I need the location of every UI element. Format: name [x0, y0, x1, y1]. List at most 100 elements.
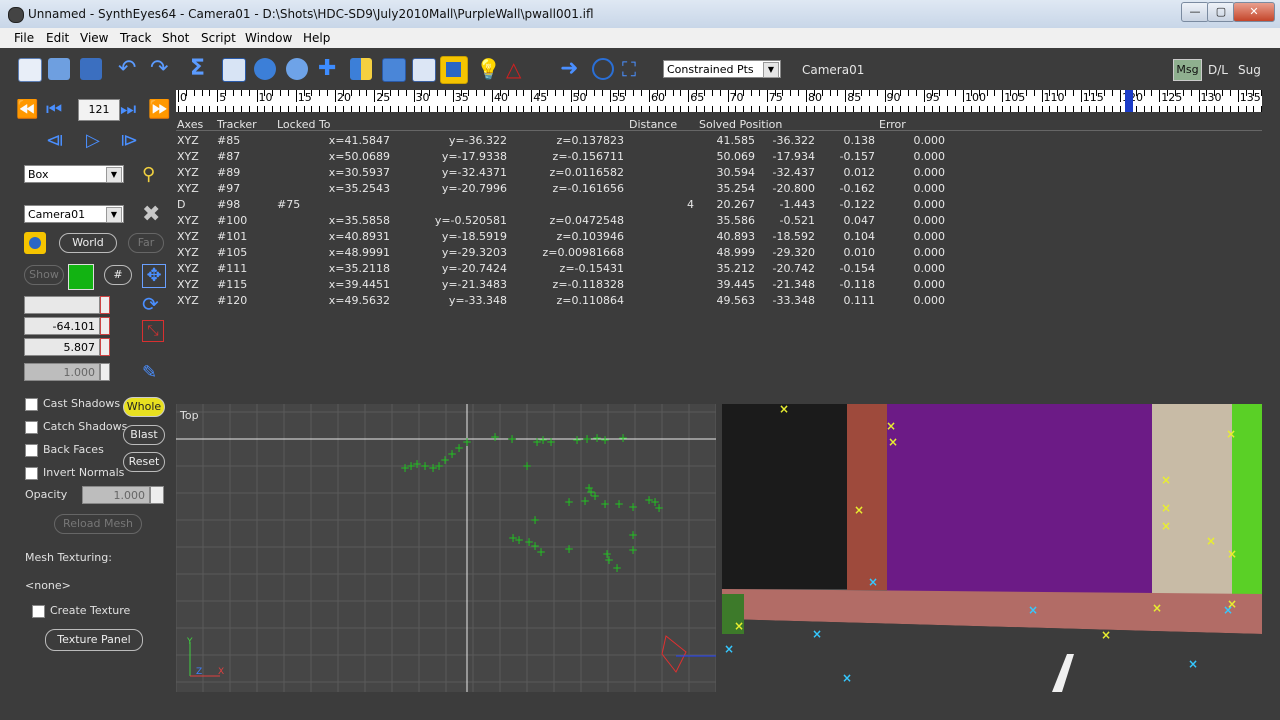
- tracker-point[interactable]: +: [628, 528, 638, 542]
- redo-icon[interactable]: ↷: [150, 58, 172, 80]
- position-y-spinner[interactable]: [100, 317, 110, 335]
- tracker-marker[interactable]: ×: [888, 435, 898, 449]
- solve-sigma-icon[interactable]: Σ: [190, 58, 212, 80]
- reload-mesh-button[interactable]: Reload Mesh: [54, 514, 142, 534]
- last-frame-button[interactable]: ⏭: [120, 99, 136, 120]
- tracker-point[interactable]: +: [530, 513, 540, 527]
- graph-icon[interactable]: [412, 58, 436, 82]
- current-frame-marker[interactable]: [1124, 90, 1133, 112]
- title-bar[interactable]: Unnamed - SynthEyes64 - Camera01 - D:\Sh…: [0, 0, 1280, 28]
- catch-shadows-checkbox[interactable]: [25, 421, 38, 434]
- tracker-marker[interactable]: ×: [734, 619, 744, 633]
- tracker-marker[interactable]: ×: [1101, 628, 1111, 642]
- fast-forward-button[interactable]: ⏩: [148, 99, 170, 120]
- position-z-spinner[interactable]: [100, 338, 110, 356]
- tracker-marker[interactable]: ×: [1188, 657, 1198, 671]
- create-texture-checkbox[interactable]: [32, 605, 45, 618]
- menu-view[interactable]: View: [80, 31, 108, 45]
- new-file-icon[interactable]: [18, 58, 42, 82]
- menu-track[interactable]: Track: [120, 31, 151, 45]
- coordinate-panel-icon[interactable]: [222, 58, 246, 82]
- tracker-marker[interactable]: ×: [854, 503, 864, 517]
- tracker-point[interactable]: +: [490, 430, 500, 444]
- tracker-marker[interactable]: ×: [1227, 547, 1237, 561]
- magic-wand-icon[interactable]: ⚲: [142, 164, 155, 185]
- menu-script[interactable]: Script: [201, 31, 236, 45]
- mode-select[interactable]: Constrained Pts ▼: [663, 60, 781, 78]
- position-x-field[interactable]: [24, 296, 100, 314]
- frame-number-input[interactable]: 121: [78, 99, 120, 121]
- blast-button[interactable]: Blast: [123, 425, 165, 445]
- invert-normals-checkbox[interactable]: [25, 467, 38, 480]
- tracker-point[interactable]: +: [600, 433, 610, 447]
- tracker-marker[interactable]: ×: [886, 419, 896, 433]
- menu-window[interactable]: Window: [245, 31, 292, 45]
- tracker-point[interactable]: +: [546, 435, 556, 449]
- move-tool-icon[interactable]: ✥: [142, 264, 166, 288]
- msg-toggle[interactable]: Msg: [1173, 59, 1202, 81]
- eyedropper-icon[interactable]: ✎: [142, 362, 157, 383]
- color-swatch[interactable]: [68, 264, 94, 290]
- save-icon[interactable]: [80, 58, 102, 80]
- tracker-marker[interactable]: ×: [1161, 473, 1171, 487]
- tracker-marker[interactable]: ×: [1152, 601, 1162, 615]
- close-button[interactable]: ✕: [1233, 2, 1275, 22]
- tracker-point[interactable]: +: [507, 432, 517, 446]
- tracker-point[interactable]: +: [564, 542, 574, 556]
- gear-icon[interactable]: [254, 58, 276, 80]
- play-button[interactable]: ▷: [86, 130, 100, 151]
- light-bulb-icon[interactable]: 💡: [476, 58, 501, 80]
- calculator-icon[interactable]: [382, 58, 406, 82]
- tracker-marker[interactable]: ×: [1161, 501, 1171, 515]
- tracker-marker[interactable]: ×: [724, 642, 734, 656]
- tracker-point[interactable]: +: [572, 433, 582, 447]
- reset-button[interactable]: Reset: [123, 452, 165, 472]
- first-frame-button[interactable]: ⏮: [46, 99, 62, 120]
- opacity-spinner[interactable]: [150, 486, 164, 504]
- paw-icon[interactable]: [286, 58, 308, 80]
- tracker-point[interactable]: +: [590, 489, 600, 503]
- tracker-marker[interactable]: ×: [1226, 427, 1236, 441]
- tracker-marker[interactable]: ×: [1161, 519, 1171, 533]
- tracker-marker[interactable]: ×: [779, 404, 789, 416]
- tracker-point[interactable]: +: [628, 543, 638, 557]
- delete-x-icon[interactable]: ✖: [142, 202, 160, 227]
- triangle-paint-icon[interactable]: △: [506, 58, 528, 80]
- tracker-point[interactable]: +: [564, 495, 574, 509]
- menu-edit[interactable]: Edit: [46, 31, 69, 45]
- camera-image[interactable]: ×××××××××××××××××× ×××: [722, 404, 1262, 692]
- next-key-button[interactable]: ⧐: [120, 130, 138, 151]
- object-select[interactable]: Camera01 ▼: [24, 205, 124, 223]
- back-faces-checkbox[interactable]: [25, 444, 38, 457]
- tracker-marker[interactable]: ×: [1206, 534, 1216, 548]
- lock-icon[interactable]: [24, 232, 46, 254]
- position-x-spinner[interactable]: [100, 296, 110, 314]
- tracker-marker[interactable]: ×: [868, 575, 878, 589]
- tracker-point[interactable]: +: [628, 500, 638, 514]
- show-button[interactable]: Show: [24, 265, 64, 285]
- move-cross-icon[interactable]: ✚: [318, 58, 340, 80]
- whole-button[interactable]: Whole: [123, 397, 165, 417]
- tracker-point[interactable]: +: [522, 459, 532, 473]
- menu-file[interactable]: File: [14, 31, 34, 45]
- rotate-tool-icon[interactable]: ⟳: [142, 292, 159, 316]
- open-folder-icon[interactable]: [48, 58, 70, 80]
- tracker-point[interactable]: +: [582, 432, 592, 446]
- scale-spinner[interactable]: [100, 363, 110, 381]
- arrow-right-icon[interactable]: ➜: [560, 58, 582, 80]
- frame-ruler[interactable]: 0 5 10 15 20 25 30 35 40 45 50 55 60 65 70 75 80 85 90 95 10…: [176, 90, 1262, 112]
- opacity-field[interactable]: 1.000: [82, 486, 150, 504]
- sug-toggle[interactable]: Sug: [1238, 63, 1261, 77]
- maximize-button[interactable]: ▢: [1207, 2, 1235, 22]
- tracker-point[interactable]: +: [612, 561, 622, 575]
- scale-field[interactable]: 1.000: [24, 363, 100, 381]
- tracker-point[interactable]: +: [614, 497, 624, 511]
- camera-viewport[interactable]: × × × × × × × × × × × × × × × × × × × × ×: [722, 404, 1262, 692]
- position-z-field[interactable]: 5.807: [24, 338, 100, 356]
- far-button[interactable]: Far: [128, 233, 164, 253]
- clock-icon[interactable]: [592, 58, 614, 80]
- rewind-button[interactable]: ⏪: [16, 99, 38, 120]
- menu-help[interactable]: Help: [303, 31, 330, 45]
- mesh-panel-icon[interactable]: [440, 56, 468, 84]
- tracker-marker[interactable]: ×: [812, 627, 822, 641]
